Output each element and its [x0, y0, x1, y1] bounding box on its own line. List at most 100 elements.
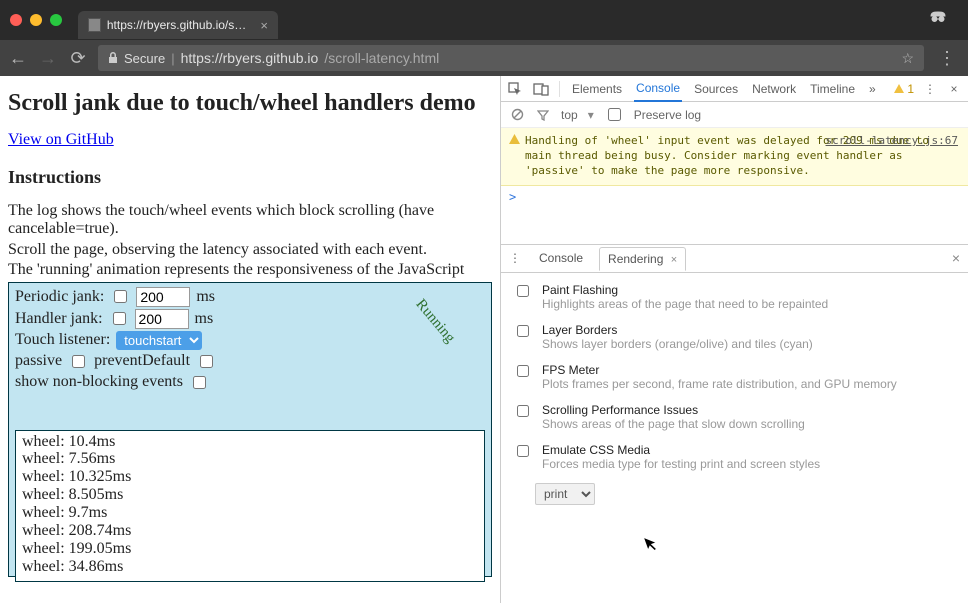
rendering-option-checkbox[interactable] — [517, 365, 529, 377]
rendering-option-checkbox[interactable] — [517, 445, 529, 457]
preserve-log-checkbox[interactable] — [608, 108, 621, 121]
handler-jank-label: Handler jank: — [15, 310, 103, 328]
rendering-option: FPS MeterPlots frames per second, frame … — [513, 363, 956, 391]
secure-label: Secure — [124, 51, 165, 66]
log-line: wheel: 9.7ms — [22, 504, 478, 522]
rendering-option-desc: Plots frames per second, frame rate dist… — [542, 377, 897, 391]
log-line: wheel: 7.56ms — [22, 450, 478, 468]
periodic-jank-input[interactable] — [136, 287, 190, 307]
handler-jank-checkbox[interactable] — [113, 312, 126, 325]
rendering-panel: Paint FlashingHighlights areas of the pa… — [501, 273, 968, 515]
rendering-option-title: FPS Meter — [542, 363, 897, 377]
drawer-tab-rendering-label: Rendering — [608, 252, 663, 266]
url-path: /scroll-latency.html — [324, 50, 439, 66]
devtools-close-icon[interactable]: × — [946, 81, 962, 97]
clear-console-icon[interactable] — [509, 107, 525, 123]
page-heading: Scroll jank due to touch/wheel handlers … — [8, 90, 492, 117]
rendering-option-checkbox[interactable] — [517, 325, 529, 337]
browser-chrome: https://rbyers.github.io/scroll-l × ← → … — [0, 0, 968, 76]
devtools-drawer: ⋮ Console Rendering × × Paint FlashingHi… — [501, 244, 968, 515]
demo-panel: Periodic jank: ms Handler jank: ms Touch… — [8, 282, 492, 577]
warning-count: 1 — [907, 82, 914, 96]
instructions-p1: The log shows the touch/wheel events whi… — [8, 202, 492, 239]
rendering-option-checkbox[interactable] — [517, 405, 529, 417]
console-toolbar: top ▾ Preserve log — [501, 102, 968, 128]
instructions-p3: The 'running' animation represents the r… — [8, 261, 492, 279]
window-controls — [10, 14, 62, 26]
drawer-tab-rendering[interactable]: Rendering × — [599, 247, 686, 271]
close-drawer-tab-icon[interactable]: × — [671, 254, 677, 266]
devtools-menu-icon[interactable]: ⋮ — [922, 81, 938, 97]
github-link[interactable]: View on GitHub — [8, 131, 114, 148]
rendering-option-desc: Shows areas of the page that slow down s… — [542, 417, 805, 431]
nonblocking-label: show non-blocking events — [15, 373, 183, 391]
drawer-menu-icon[interactable]: ⋮ — [507, 250, 523, 266]
console-warning: Handling of 'wheel' input event was dela… — [501, 128, 968, 186]
omnibox[interactable]: Secure | https://rbyers.github.io/scroll… — [98, 45, 924, 71]
rendering-option-title: Layer Borders — [542, 323, 813, 337]
log-line: wheel: 8.505ms — [22, 486, 478, 504]
console-prompt[interactable]: > — [501, 186, 968, 208]
tab-network[interactable]: Network — [750, 76, 798, 102]
page-content: Scroll jank due to touch/wheel handlers … — [0, 76, 500, 603]
inspect-element-icon[interactable] — [507, 81, 523, 97]
rendering-option-desc: Shows layer borders (orange/olive) and t… — [542, 337, 813, 351]
drawer-tabbar: ⋮ Console Rendering × × — [501, 245, 968, 273]
devtools-tabbar: Elements Console Sources Network Timelin… — [501, 76, 968, 102]
log-line: wheel: 10.4ms — [22, 433, 478, 451]
device-toolbar-icon[interactable] — [533, 81, 549, 97]
close-tab-icon[interactable]: × — [260, 18, 268, 33]
drawer-tab-console[interactable]: Console — [531, 247, 591, 269]
close-window-button[interactable] — [10, 14, 22, 26]
browser-menu-icon[interactable]: ⋮ — [934, 48, 960, 69]
url-host: https://rbyers.github.io — [181, 50, 319, 66]
nonblocking-checkbox[interactable] — [193, 376, 206, 389]
instructions-p2: Scroll the page, observing the latency a… — [8, 241, 492, 259]
passive-label: passive — [15, 352, 62, 370]
periodic-jank-checkbox[interactable] — [114, 290, 127, 303]
warning-icon — [509, 134, 520, 145]
browser-tab[interactable]: https://rbyers.github.io/scroll-l × — [78, 11, 278, 39]
tab-sources[interactable]: Sources — [692, 76, 740, 102]
log-line: wheel: 34.86ms — [22, 558, 478, 576]
preventdefault-checkbox[interactable] — [200, 355, 213, 368]
console-source-link[interactable]: scroll-latency.js:67 — [826, 134, 958, 149]
rendering-option-title: Scrolling Performance Issues — [542, 403, 805, 417]
tab-timeline[interactable]: Timeline — [808, 76, 857, 102]
tab-console[interactable]: Console — [634, 76, 682, 102]
log-line: wheel: 10.325ms — [22, 468, 478, 486]
handler-jank-input[interactable] — [135, 309, 189, 329]
tab-title: https://rbyers.github.io/scroll-l — [107, 18, 249, 32]
rendering-option-desc: Forces media type for testing print and … — [542, 457, 820, 471]
preventdefault-label: preventDefault — [94, 352, 190, 370]
incognito-icon — [928, 10, 948, 24]
passive-checkbox[interactable] — [72, 355, 85, 368]
minimize-window-button[interactable] — [30, 14, 42, 26]
warning-badge[interactable]: 1 — [893, 82, 914, 96]
rendering-option: Emulate CSS MediaForces media type for t… — [513, 443, 956, 471]
address-bar: ← → ⟳ Secure | https://rbyers.github.io/… — [0, 40, 968, 76]
favicon-icon — [88, 18, 101, 32]
rendering-option: Layer BordersShows layer borders (orange… — [513, 323, 956, 351]
maximize-window-button[interactable] — [50, 14, 62, 26]
back-button[interactable]: ← — [8, 48, 28, 69]
preserve-log-label: Preserve log — [634, 108, 701, 122]
filter-icon[interactable] — [535, 107, 551, 123]
touch-listener-select[interactable]: touchstart — [116, 331, 202, 350]
bookmark-star-icon[interactable]: ☆ — [901, 50, 914, 67]
context-selector[interactable]: top — [561, 108, 578, 122]
rendering-option-checkbox[interactable] — [517, 285, 529, 297]
rendering-option: Paint FlashingHighlights areas of the pa… — [513, 283, 956, 311]
tabs-overflow[interactable]: » — [867, 76, 878, 102]
tab-elements[interactable]: Elements — [570, 76, 624, 102]
drawer-close-icon[interactable]: × — [952, 250, 960, 266]
dropdown-icon[interactable]: ▾ — [588, 108, 594, 122]
rendering-option: Scrolling Performance IssuesShows areas … — [513, 403, 956, 431]
lock-icon — [108, 52, 118, 64]
forward-button[interactable]: → — [38, 48, 58, 69]
reload-button[interactable]: ⟳ — [68, 48, 88, 69]
event-log[interactable]: wheel: 10.4mswheel: 7.56mswheel: 10.325m… — [15, 430, 485, 582]
log-line: wheel: 208.74ms — [22, 522, 478, 540]
emulate-media-select[interactable]: print — [535, 483, 595, 505]
touch-listener-label: Touch listener: — [15, 331, 110, 349]
